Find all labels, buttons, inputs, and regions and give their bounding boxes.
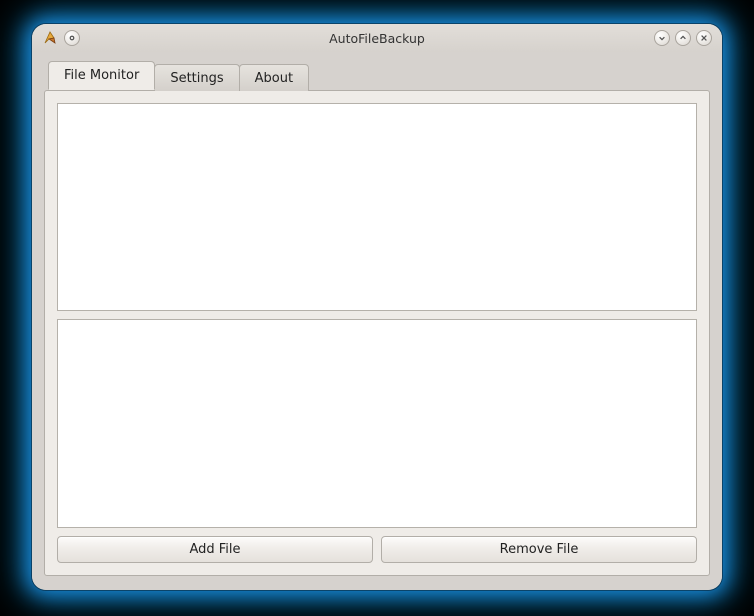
window-title: AutoFileBackup xyxy=(32,31,722,46)
maximize-button[interactable] xyxy=(675,30,691,46)
tab-label: File Monitor xyxy=(64,68,139,83)
application-window: AutoFileBackup File Monitor xyxy=(32,24,722,590)
tab-settings[interactable]: Settings xyxy=(154,64,239,91)
app-icon xyxy=(42,30,58,46)
tab-label: About xyxy=(255,71,293,86)
button-row: Add File Remove File xyxy=(57,536,697,563)
button-label: Add File xyxy=(189,542,240,557)
tab-container: File Monitor Settings About Add File xyxy=(44,64,710,576)
close-button[interactable] xyxy=(696,30,712,46)
remove-file-button[interactable]: Remove File xyxy=(381,536,697,563)
window-body: File Monitor Settings About Add File xyxy=(32,52,722,590)
minimize-button[interactable] xyxy=(654,30,670,46)
window-menu-button[interactable] xyxy=(64,30,80,46)
tab-label: Settings xyxy=(170,71,223,86)
tab-file-monitor[interactable]: File Monitor xyxy=(48,61,155,90)
log-panel[interactable] xyxy=(57,319,697,527)
add-file-button[interactable]: Add File xyxy=(57,536,373,563)
file-list-panel[interactable] xyxy=(57,103,697,311)
tab-about[interactable]: About xyxy=(239,64,309,91)
tab-page-file-monitor: Add File Remove File xyxy=(44,90,710,576)
tab-bar: File Monitor Settings About xyxy=(48,64,710,90)
titlebar[interactable]: AutoFileBackup xyxy=(32,24,722,52)
button-label: Remove File xyxy=(500,542,579,557)
